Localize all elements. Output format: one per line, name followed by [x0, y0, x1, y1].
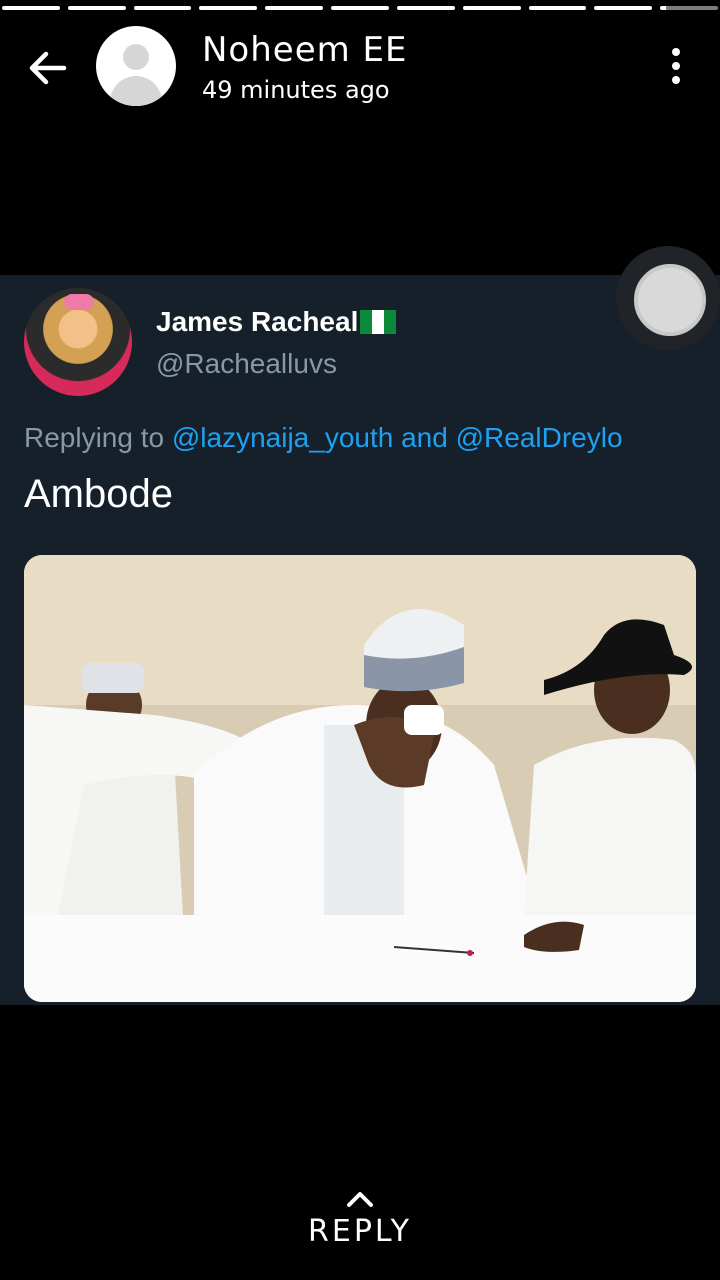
replying-to-line: Replying to @lazynaija_youth and @RealDr…	[24, 422, 623, 454]
reply-area[interactable]: REPLY	[0, 1190, 720, 1249]
tweet-photo	[24, 555, 696, 1002]
mention-joiner: and	[401, 422, 448, 453]
progress-segment	[396, 6, 455, 10]
avatar-placeholder-body	[110, 76, 162, 106]
progress-segment	[2, 6, 60, 10]
capture-button[interactable]	[616, 246, 720, 350]
progress-segment-current	[660, 6, 718, 10]
mention-link: @RealDreylo	[455, 422, 623, 453]
chevron-up-icon	[345, 1190, 375, 1208]
tweet-author-name: James Racheal	[156, 306, 397, 338]
progress-segment	[528, 6, 587, 10]
tweet-author-name-text: James Racheal	[156, 306, 359, 337]
progress-segment	[462, 6, 521, 10]
avatar-placeholder-icon	[123, 44, 149, 70]
progress-segment	[265, 6, 324, 10]
progress-segment	[594, 6, 653, 10]
nigeria-flag-icon	[360, 310, 397, 334]
capture-button-inner	[634, 264, 706, 336]
more-vert-icon[interactable]	[666, 48, 686, 88]
replying-to-prefix: Replying to	[24, 422, 165, 453]
progress-segment	[133, 6, 192, 10]
tweet-text: Ambode	[24, 472, 173, 516]
back-arrow-icon[interactable]	[26, 46, 70, 90]
story-progress-bar	[0, 6, 720, 10]
tweet-author-avatar	[24, 288, 132, 396]
poster-name: Noheem EE	[202, 30, 408, 70]
progress-segment	[67, 6, 126, 10]
mention-link: @lazynaija_youth	[171, 422, 394, 453]
reply-button[interactable]: REPLY	[308, 1214, 412, 1249]
tweet-author-handle: @Rachealluvs	[156, 348, 337, 379]
story-timestamp: 49 minutes ago	[202, 76, 390, 104]
progress-segment	[199, 6, 258, 10]
progress-segment	[331, 6, 389, 10]
poster-avatar[interactable]	[96, 26, 176, 106]
